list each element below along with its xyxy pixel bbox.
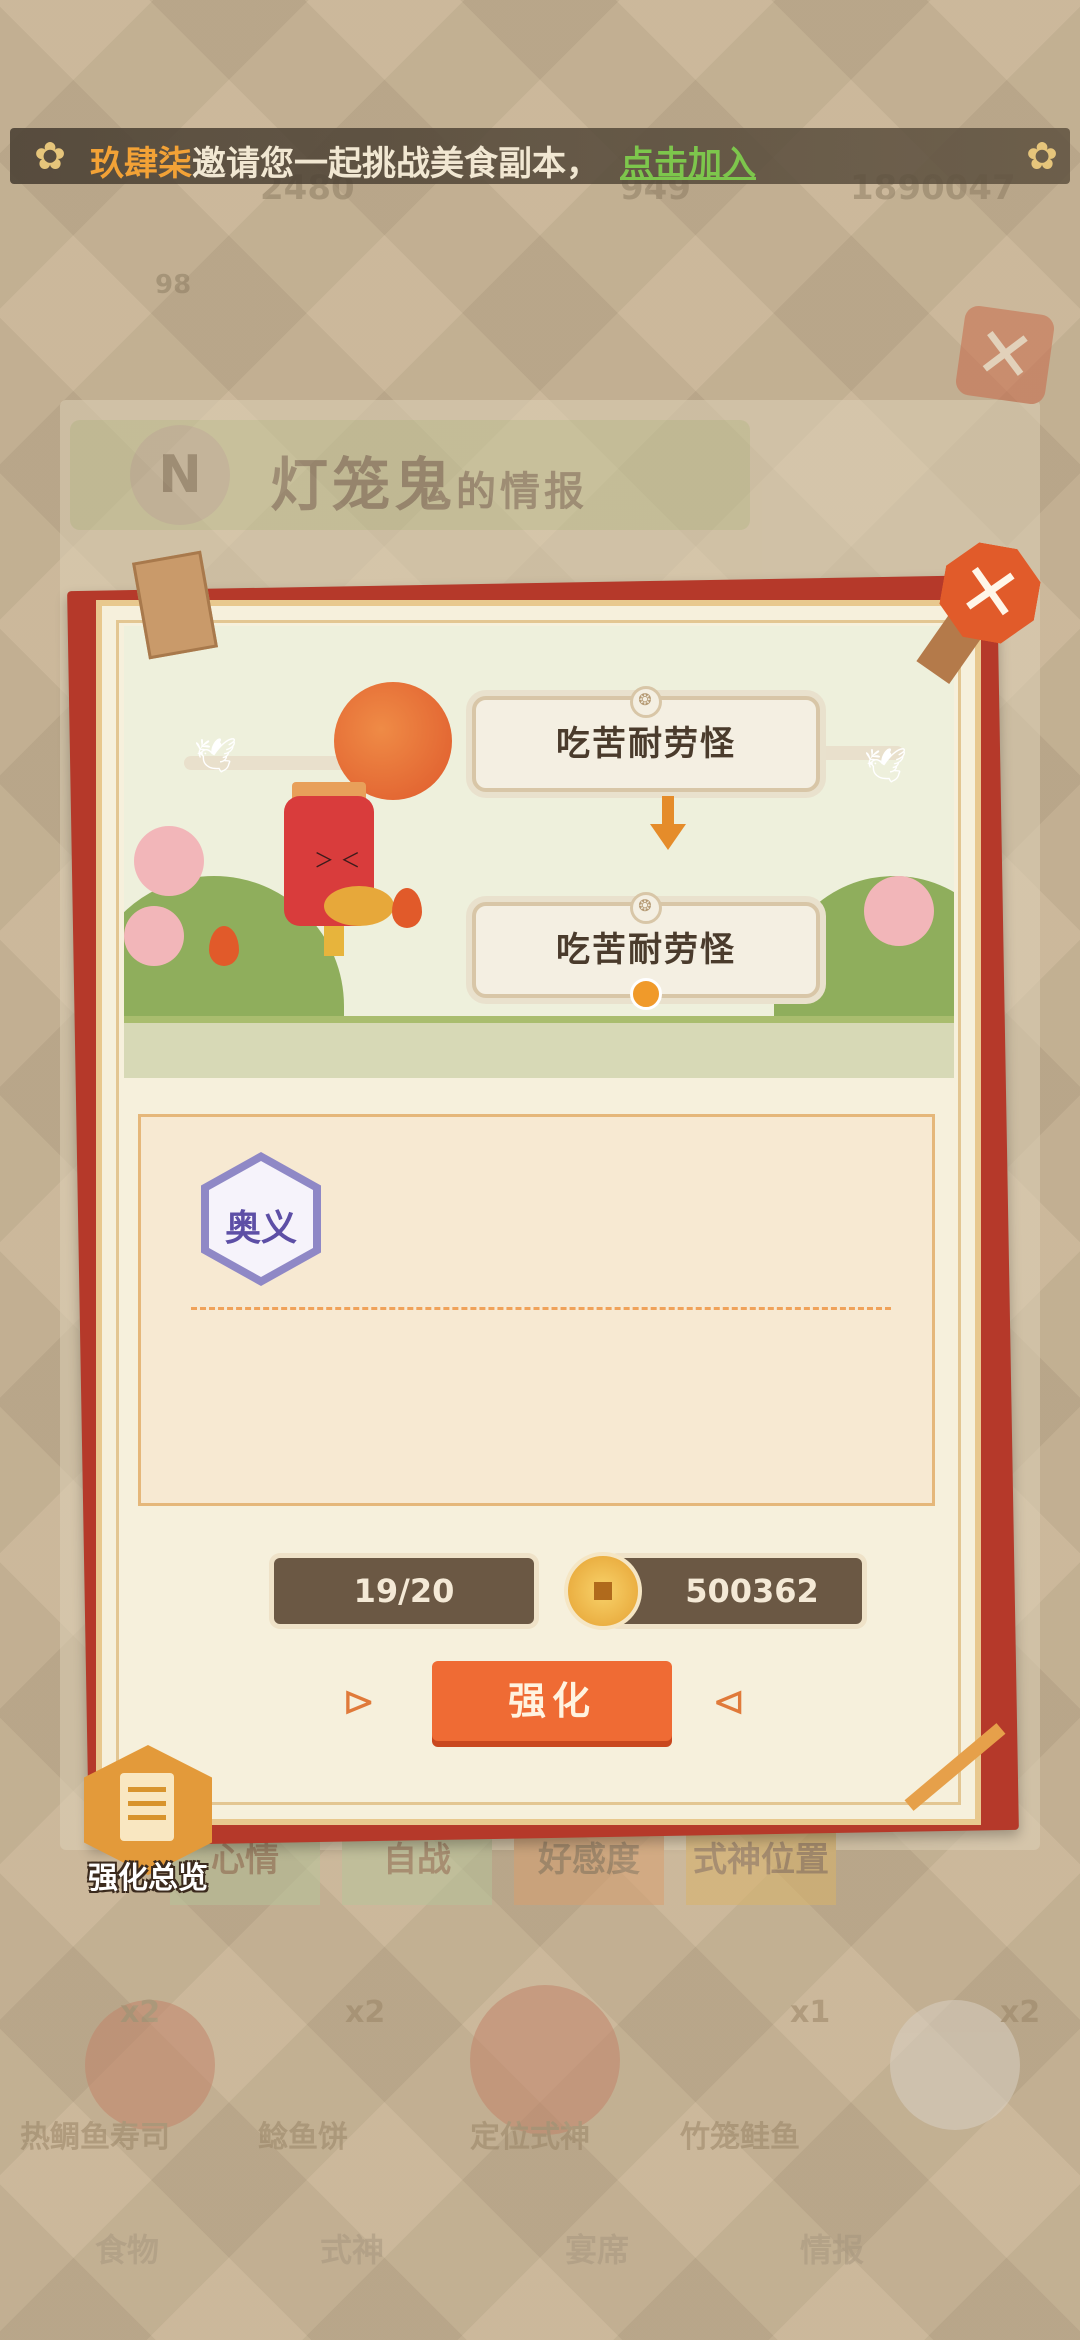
mystery-badge-label: 奥义 — [224, 1208, 297, 1249]
inviter-name: 玖肆柒 — [90, 144, 192, 184]
plate-ornament-icon: ❂ — [630, 686, 662, 718]
enhance-button[interactable]: 强化 — [432, 1661, 672, 1741]
arrow-down-icon — [662, 796, 674, 826]
location-pin-icon — [630, 978, 662, 1010]
sakura-icon: ✿ — [34, 134, 66, 178]
blossom — [134, 826, 204, 896]
plate-ornament-icon: ❂ — [630, 892, 662, 924]
trait-scene: 🕊 🕊 ＞ ＜ ❂ 吃苦耐劳怪 ❂ 吃苦耐劳怪 — [124, 626, 954, 1078]
lantern-eyes: ＞ ＜ — [314, 848, 361, 872]
overview-document-icon — [120, 1773, 174, 1841]
bg-title: 灯笼鬼的情报 — [270, 451, 589, 519]
lantern-legs — [324, 926, 344, 956]
flame — [209, 926, 239, 966]
bg-char-count: x2 — [120, 1995, 161, 2030]
arrow-down-icon — [650, 824, 686, 850]
next-trait-plate: ❂ 吃苦耐劳怪 — [472, 892, 820, 1010]
blossom — [124, 906, 184, 966]
bird: 🕊 — [194, 736, 238, 776]
bg-nav-item: 食物 — [95, 2231, 160, 2269]
overview-label: 强化总览 — [88, 1861, 208, 1896]
current-trait-label: 吃苦耐劳怪 — [556, 724, 736, 764]
progress-counter: 19/20 — [274, 1558, 534, 1624]
invite-banner: ✿ 玖肆柒邀请您一起挑战美食副本， 点击加入 ✿ — [10, 128, 1070, 184]
blossom — [864, 876, 934, 946]
invite-message: 邀请您一起挑战美食副本， — [192, 144, 600, 184]
sakura-icon: ✿ — [1026, 134, 1058, 178]
enhance-overview-button[interactable]: 强化总览 — [78, 1745, 218, 1896]
bg-char-label: 热鲷鱼寿司 — [20, 2120, 170, 2155]
bg-char-label: 鲶鱼饼 — [258, 2120, 348, 2155]
enhance-card: 🕊 🕊 ＞ ＜ ❂ 吃苦耐劳怪 ❂ 吃苦耐劳怪 奥义 19/20 500362 … — [96, 600, 981, 1825]
flame — [392, 888, 422, 928]
join-link[interactable]: 点击加入 — [620, 144, 756, 184]
lantern-ghost: ＞ ＜ — [284, 766, 394, 956]
bg-rarity-badge: N — [130, 425, 230, 525]
current-trait-plate: ❂ 吃苦耐劳怪 — [472, 686, 820, 792]
ground — [124, 1023, 954, 1078]
divider — [191, 1307, 891, 1310]
bg-nav-item: 式神 — [320, 2231, 385, 2269]
bg-char-count: x2 — [1000, 1995, 1041, 2030]
coin-icon — [564, 1552, 642, 1630]
next-trait-label: 吃苦耐劳怪 — [556, 930, 736, 970]
bg-close-icon: ✕ — [954, 304, 1056, 406]
invite-text: 玖肆柒邀请您一起挑战美食副本， 点击加入 — [90, 136, 756, 185]
decoration-arrow-left: ⊳ — [342, 1679, 376, 1725]
decoration-arrow-right: ⊲ — [712, 1679, 746, 1725]
bg-char-label: 竹笼鲑鱼 — [680, 2120, 800, 2155]
bg-nav-item: 宴席 — [565, 2231, 630, 2269]
coin-counter: 500362 — [612, 1558, 862, 1624]
bg-char-label: 定位式神 — [470, 2120, 590, 2155]
bg-level: 98 — [155, 270, 192, 300]
bg-char-count: x1 — [790, 1995, 831, 2030]
mystery-badge: 奥义 — [201, 1152, 321, 1286]
bird: 🕊 — [864, 746, 908, 786]
bg-char-count: x2 — [345, 1995, 386, 2030]
trait-description-box: 奥义 — [138, 1114, 935, 1506]
bg-nav-item: 情报 — [800, 2231, 865, 2269]
lantern-beak — [324, 886, 394, 926]
